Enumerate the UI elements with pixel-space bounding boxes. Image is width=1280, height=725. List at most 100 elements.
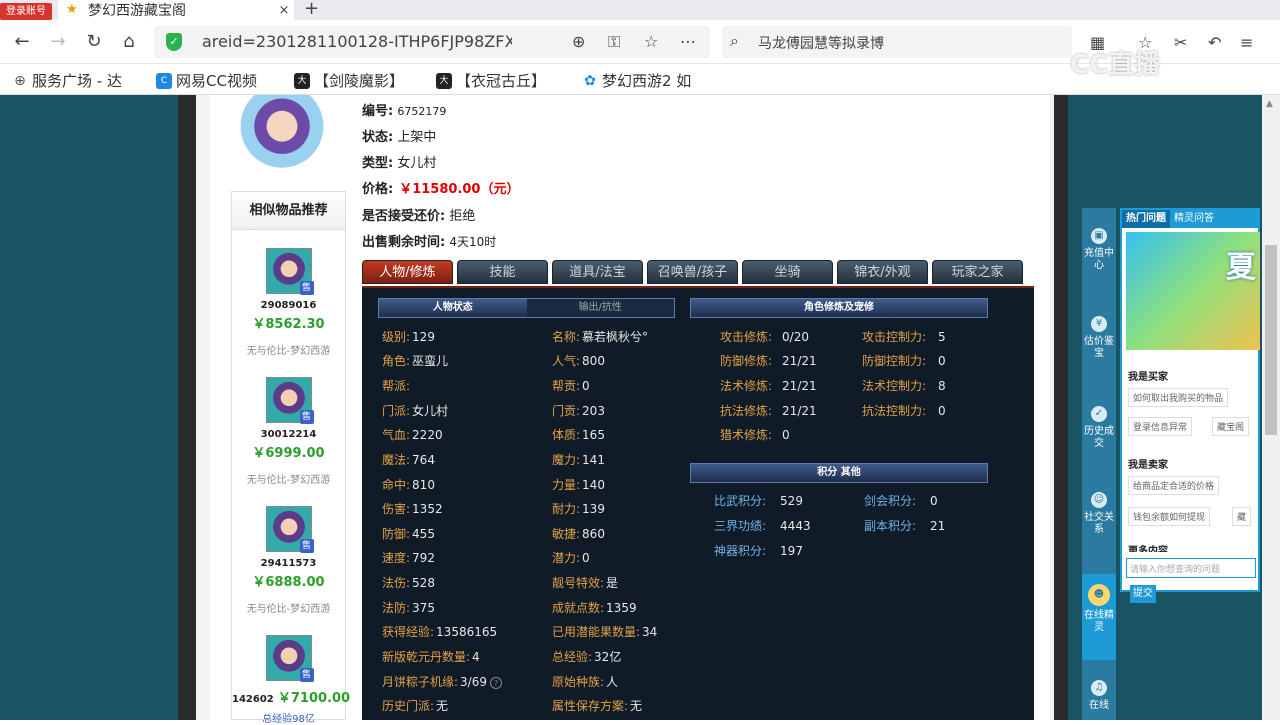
similar-avatar[interactable]: 售	[265, 377, 314, 424]
tab-title: 梦幻西游藏宝阁	[88, 3, 186, 19]
promo-banner[interactable]: 夏	[1126, 232, 1260, 350]
stat-agility: 敏捷: 860	[552, 527, 605, 541]
new-tab-button[interactable]: +	[304, 0, 319, 19]
sidebar-assistant[interactable]: ☻ 在线精灵	[1082, 584, 1116, 634]
item-time-left: 出售剩余时间: 4天10时	[362, 235, 497, 250]
sidebar-online[interactable]: ♫ 在线	[1082, 680, 1116, 712]
tab-pets[interactable]: 召唤兽/孩子	[647, 260, 738, 284]
home-button[interactable]: ⌂	[117, 30, 141, 54]
points-sword: 剑会积分: 0	[864, 494, 938, 508]
seller-heading: 我是卖家	[1128, 460, 1168, 471]
shield-icon[interactable]: ✓	[166, 33, 182, 51]
tab-hot-questions[interactable]: 热门问题	[1122, 210, 1170, 228]
key-icon[interactable]: ⚿	[608, 32, 620, 52]
stat-mooncake: 月饼粽子机缘: 3/69?	[382, 673, 502, 690]
buyer-heading: 我是买家	[1128, 372, 1168, 383]
cult-defense: 防御修炼: 21/21	[720, 354, 817, 368]
tab-skills[interactable]: 技能	[457, 260, 548, 284]
more-icon[interactable]: ⋯	[680, 32, 696, 51]
tab-home[interactable]: 玩家之家	[932, 260, 1023, 284]
star-icon[interactable]: ☆	[644, 32, 658, 51]
stat-defense: 防御: 455	[382, 527, 435, 541]
browser-tab[interactable]: ★ 梦幻西游藏宝阁 ×	[58, 0, 294, 20]
search-text[interactable]: 马龙傅园慧等拟录博	[758, 33, 884, 53]
similar-avatar[interactable]: 售	[265, 635, 314, 682]
help-submit-button[interactable]: 提交	[1130, 585, 1156, 603]
page-scrollbar[interactable]: ▲	[1262, 95, 1280, 720]
sidebar-appraise[interactable]: ¥ 估价鉴宝	[1082, 316, 1116, 360]
stat-mp: 魔法: 764	[382, 453, 435, 467]
stat-qianyuandan: 新版乾元丹数量: 4	[382, 650, 480, 664]
stat-hp: 气血: 2220	[382, 428, 443, 442]
scroll-up-icon[interactable]: ▲	[1266, 99, 1273, 109]
help-link[interactable]: 藏	[1232, 507, 1252, 526]
cult-attack: 攻击修炼: 0/20	[720, 330, 809, 344]
item-price: 价格: ￥11580.00（元）	[362, 182, 520, 197]
search-box[interactable]: ⌕ 马龙傅园慧等拟录博	[722, 26, 1072, 58]
people-icon: ☺	[1091, 492, 1107, 508]
tab-mounts[interactable]: 坐骑	[742, 260, 833, 284]
bookmark-3[interactable]: 大【剑陵魔影】	[294, 70, 404, 91]
stat-hit: 命中: 810	[382, 478, 435, 492]
sidebar-social[interactable]: ☺ 社交关系	[1082, 492, 1116, 536]
forward-button[interactable]: →	[46, 30, 70, 54]
bookmark-5[interactable]: ✿ 梦幻西游2 如	[582, 70, 691, 91]
menu-icon[interactable]: ≡	[1240, 33, 1253, 52]
bookmark-4[interactable]: 大【衣冠古丘】	[436, 70, 546, 91]
detail-tabs: 人物/修炼 技能 道具/法宝 召唤兽/孩子 坐骑 锦衣/外观 玩家之家	[362, 260, 1027, 286]
similar-items-panel: 相似物品推荐 售 29089016 ￥8562.30 无与伦比-梦幻西游 售 3…	[231, 191, 350, 725]
stat-name: 名称: 慕若枫秋兮°	[552, 330, 649, 344]
back-button[interactable]: ←	[10, 30, 34, 54]
tab-output-resist[interactable]: 输出/抗性	[526, 299, 674, 317]
similar-item[interactable]: 售 29089016 ￥8562.30 无与伦比-梦幻西游	[232, 248, 345, 357]
wallet-icon: ▣	[1091, 228, 1107, 244]
stat-achievement: 成就点数: 1359	[552, 601, 637, 615]
tab-character[interactable]: 人物/修炼	[362, 260, 453, 284]
stat-speed: 速度: 792	[382, 551, 435, 565]
stat-race: 原始种族: 人	[552, 675, 619, 689]
cut-icon[interactable]: ✂	[1174, 33, 1187, 52]
help-link[interactable]: 给商品定合适的价格	[1128, 476, 1220, 495]
help-link[interactable]: 登录信息异常	[1128, 417, 1193, 436]
stat-guild: 帮派:	[382, 379, 411, 393]
scroll-thumb[interactable]	[1265, 245, 1277, 435]
cultivation-header: 角色修炼及宠修	[690, 298, 988, 318]
help-link[interactable]: 钱包余额如何提现	[1128, 507, 1211, 526]
similar-title: 相似物品推荐	[232, 192, 345, 230]
help-link[interactable]: 如何取出我购买的物品	[1128, 388, 1229, 407]
tab-assistant-qa[interactable]: 精灵问答	[1170, 210, 1218, 228]
points-pvp: 比武积分: 529	[714, 494, 803, 508]
help-icon[interactable]: ?	[490, 677, 502, 689]
item-type: 类型: 女儿村	[362, 156, 437, 171]
bookmark-2[interactable]: C 网易CC视频	[156, 70, 257, 91]
cult-resist-control: 抗法控制力: 0	[862, 404, 946, 418]
bookmark-1[interactable]: ⊕ 服务广场 - 达	[12, 70, 122, 91]
sidebar-recharge[interactable]: ▣ 充值中心	[1082, 228, 1116, 272]
help-link[interactable]: 藏宝阁	[1212, 417, 1250, 436]
tab-outfits[interactable]: 锦衣/外观	[837, 260, 928, 284]
status-subtabs: 人物状态 输出/抗性	[378, 298, 675, 318]
stat-save-plan: 属性保存方案: 无	[552, 699, 643, 713]
close-tab-icon[interactable]: ×	[274, 3, 294, 18]
sidebar-history[interactable]: ✓ 历史成交	[1082, 406, 1116, 450]
stat-endurance: 耐力: 139	[552, 502, 605, 516]
zoom-icon[interactable]: ⊕	[572, 32, 585, 51]
online-assistant[interactable]: ☻ 在线精灵	[1082, 574, 1116, 660]
help-question-input[interactable]: 请输入你想查询的问题	[1126, 558, 1256, 578]
undo-icon[interactable]: ↶	[1208, 33, 1221, 52]
help-tabs: 热门问题 精灵问答	[1122, 210, 1258, 228]
reload-button[interactable]: ↻	[82, 30, 106, 54]
address-bar[interactable]: ✓ areid=2301281100128-ITHP6FJP98ZFXYK9 ⊕…	[154, 26, 710, 58]
tab-items[interactable]: 道具/法宝	[552, 260, 643, 284]
favicon-icon: ★	[66, 2, 78, 17]
tab-status[interactable]: 人物状态	[379, 299, 527, 317]
stat-pretty-number: 靓号特效: 是	[552, 576, 619, 590]
similar-item[interactable]: 售 142602 ￥7100.00 总经验98亿	[232, 635, 350, 725]
similar-item[interactable]: 售 30012214 ￥6999.00 无与伦比-梦幻西游	[232, 377, 345, 486]
similar-item[interactable]: 售 29411573 ￥6888.00 无与伦比-梦幻西游	[232, 506, 345, 615]
similar-avatar[interactable]: 售	[265, 506, 314, 553]
register-badge[interactable]: 登录账号	[0, 3, 52, 20]
points-header: 积分 其他	[690, 463, 988, 483]
url-text[interactable]: areid=2301281100128-ITHP6FJP98ZFXYK9	[202, 32, 512, 51]
similar-avatar[interactable]: 售	[265, 248, 314, 295]
